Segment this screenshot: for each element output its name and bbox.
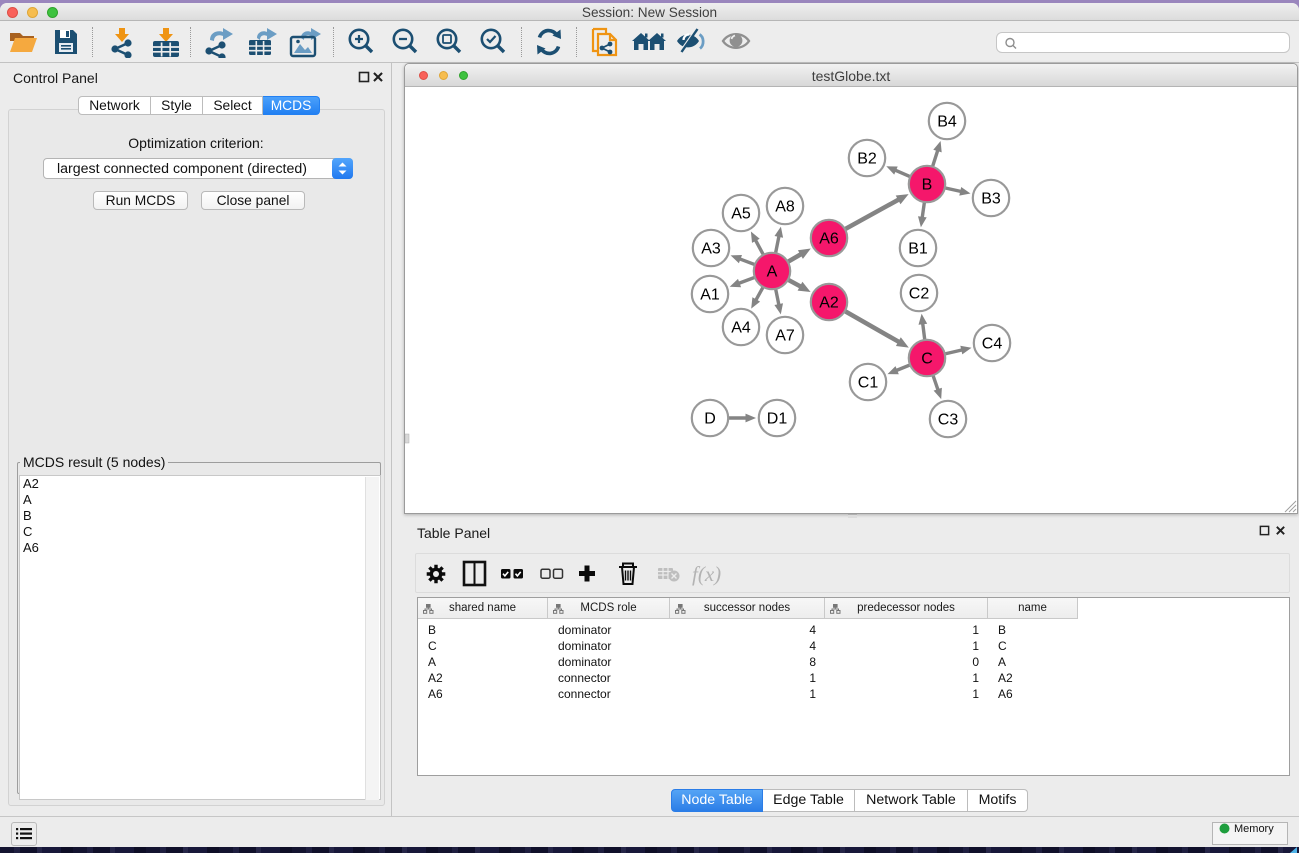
svg-text:B2: B2 <box>857 151 877 168</box>
svg-text:A1: A1 <box>700 287 720 304</box>
svg-text:C4: C4 <box>982 336 1003 353</box>
svg-text:A3: A3 <box>701 241 721 258</box>
svg-text:C: C <box>921 351 933 368</box>
svg-text:A6: A6 <box>819 231 839 248</box>
svg-text:f(x): f(x) <box>692 562 721 586</box>
svg-text:A2: A2 <box>819 295 839 312</box>
svg-text:A5: A5 <box>731 206 751 223</box>
svg-text:A8: A8 <box>775 199 795 216</box>
svg-text:A7: A7 <box>775 328 795 345</box>
svg-text:B3: B3 <box>981 191 1001 208</box>
svg-text:B1: B1 <box>908 241 928 258</box>
svg-text:B4: B4 <box>937 114 957 131</box>
svg-text:A: A <box>767 264 778 281</box>
svg-text:D1: D1 <box>767 411 788 428</box>
svg-text:C1: C1 <box>858 375 879 392</box>
svg-text:C3: C3 <box>938 412 959 429</box>
svg-text:B: B <box>922 177 933 194</box>
svg-text:D: D <box>704 411 716 428</box>
svg-text:C2: C2 <box>909 286 930 303</box>
svg-text:A4: A4 <box>731 320 751 337</box>
